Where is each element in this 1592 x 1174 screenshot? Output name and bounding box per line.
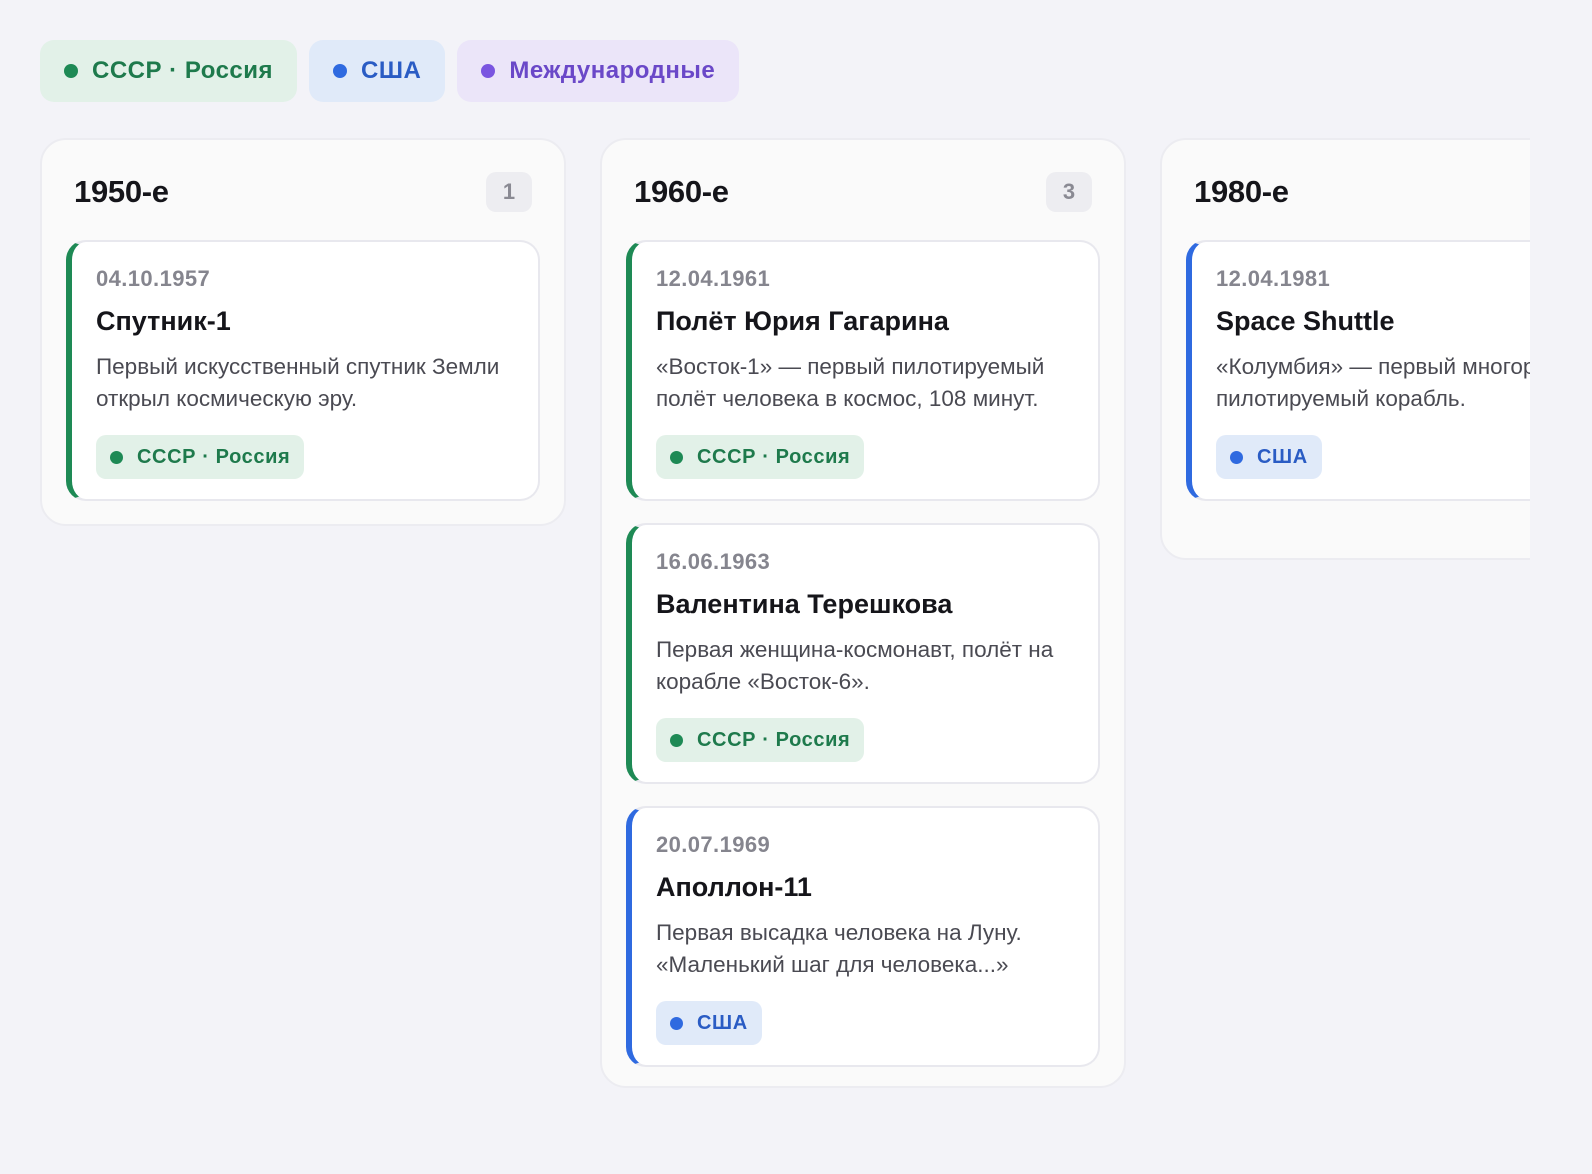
- card-tag-usa: США: [1216, 435, 1322, 479]
- ussr-dot-icon: [110, 450, 123, 464]
- card-description: Первая высадка человека на Луну. «Малень…: [656, 920, 1022, 977]
- card-description: «Восток-1» — первый пилотируемый полёт ч…: [656, 354, 1045, 411]
- card-title: Полёт Юрия Гагарина: [656, 306, 949, 336]
- event-card-space-shuttle[interactable]: 12.04.1981 Space Shuttle «Колумбия» — пе…: [1186, 240, 1530, 501]
- card-tag-label: США: [697, 1011, 748, 1034]
- card-title: Спутник-1: [96, 306, 231, 336]
- filter-chip-ussr[interactable]: СССР · Россия: [40, 40, 298, 102]
- column-1950s: 1950-е 1 04.10.1957 Спутник-1 Первый иск…: [40, 138, 566, 526]
- card-description: Первая женщина-космонавт, полёт на кораб…: [656, 637, 1054, 694]
- card-tag-ussr: СССР · Россия: [656, 435, 865, 479]
- column-header: 1980-е: [1162, 140, 1530, 240]
- column-header: 1960-е 3: [602, 140, 1124, 240]
- event-card-sputnik[interactable]: 04.10.1957 Спутник-1 Первый искусственны…: [66, 240, 540, 501]
- card-title: Валентина Терешкова: [656, 589, 953, 619]
- card-tag-label: СССР · Россия: [697, 728, 851, 751]
- column-1960s: 1960-е 3 12.04.1961 Полёт Юрия Гагарина …: [600, 138, 1126, 1088]
- card-tag-usa: США: [656, 1001, 762, 1045]
- filter-chip-label: СССР · Россия: [92, 57, 274, 84]
- filter-chip-usa[interactable]: США: [309, 40, 446, 102]
- timeline-board: 1950-е 1 04.10.1957 Спутник-1 Первый иск…: [40, 138, 1530, 1138]
- column-title: 1950-е: [74, 174, 169, 209]
- card-date: 04.10.1957: [96, 266, 211, 291]
- event-card-tereshkova[interactable]: 16.06.1963 Валентина Терешкова Первая же…: [626, 523, 1100, 784]
- usa-dot-icon: [333, 64, 348, 78]
- card-description: Первый искусственный спутник Земли откры…: [96, 354, 500, 411]
- card-tag-label: СССР · Россия: [697, 445, 851, 468]
- card-tag-ussr: СССР · Россия: [96, 435, 305, 479]
- card-tag-ussr: СССР · Россия: [656, 718, 865, 762]
- card-tag-label: США: [1257, 445, 1308, 468]
- card-title: Space Shuttle: [1216, 306, 1395, 336]
- ussr-dot-icon: [670, 733, 683, 747]
- card-description: «Колумбия» — первый многоразовый пилотир…: [1216, 354, 1530, 411]
- filter-chip-label: Международные: [509, 57, 716, 84]
- column-count-badge: 3: [1046, 172, 1092, 212]
- card-date: 16.06.1963: [656, 549, 771, 574]
- card-date: 20.07.1969: [656, 832, 771, 857]
- card-date: 12.04.1961: [656, 266, 771, 291]
- column-title: 1960-е: [634, 174, 729, 209]
- filter-chip-label: США: [361, 57, 422, 84]
- card-date: 12.04.1981: [1216, 266, 1331, 291]
- event-card-gagarin[interactable]: 12.04.1961 Полёт Юрия Гагарина «Восток-1…: [626, 240, 1100, 501]
- column-1980s: 1980-е 12.04.1981 Space Shuttle «Колумби…: [1160, 138, 1530, 560]
- filter-bar: СССР · Россия США Международные: [40, 40, 740, 102]
- event-card-apollo-11[interactable]: 20.07.1969 Аполлон-11 Первая высадка чел…: [626, 806, 1100, 1067]
- card-tag-label: СССР · Россия: [137, 445, 291, 468]
- ussr-dot-icon: [670, 450, 683, 464]
- usa-dot-icon: [670, 1016, 683, 1030]
- ussr-dot-icon: [64, 64, 78, 78]
- column-header: 1950-е 1: [42, 140, 564, 240]
- international-dot-icon: [481, 64, 496, 78]
- filter-chip-international[interactable]: Международные: [457, 40, 740, 102]
- column-count-badge: 1: [486, 172, 532, 212]
- column-title: 1980-е: [1194, 174, 1289, 209]
- card-title: Аполлон-11: [656, 872, 812, 902]
- usa-dot-icon: [1230, 450, 1243, 464]
